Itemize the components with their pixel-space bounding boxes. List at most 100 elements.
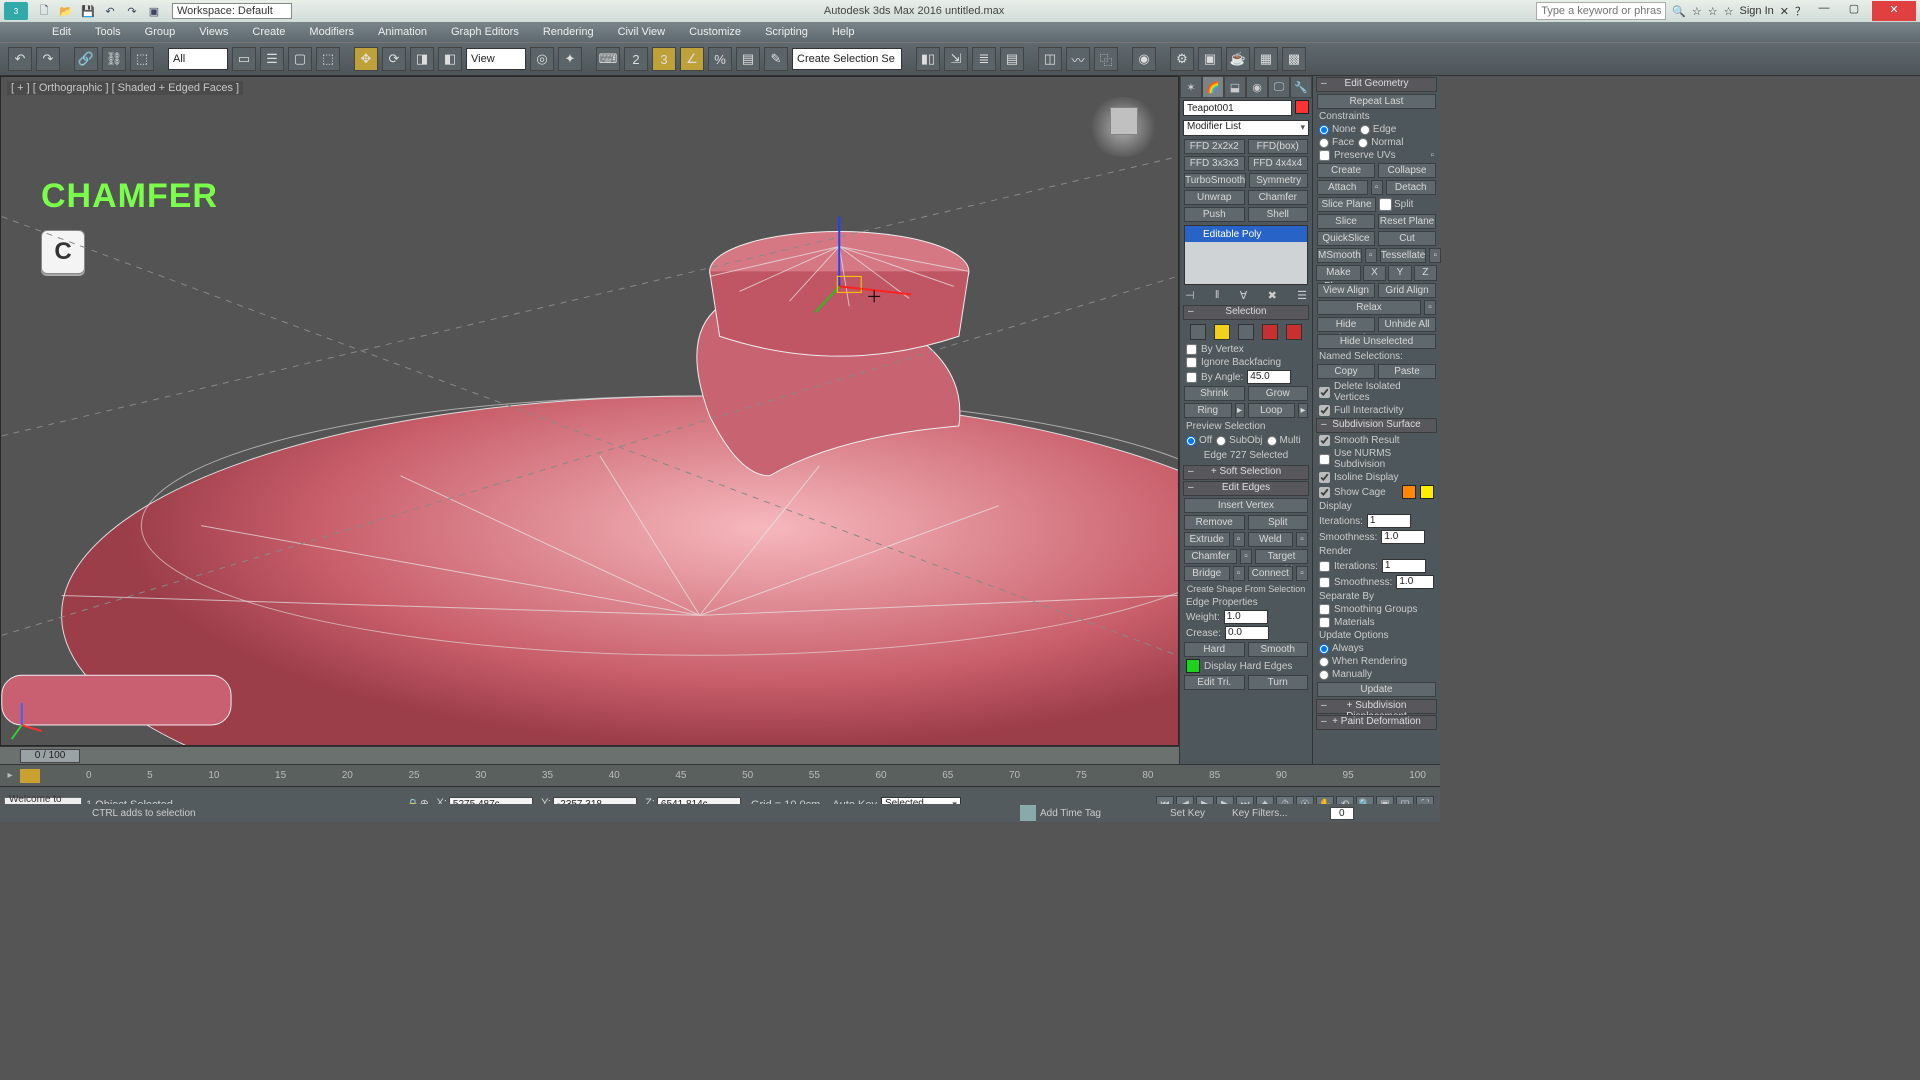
ring-button[interactable]: Ring bbox=[1184, 403, 1232, 418]
menu-civilview[interactable]: Civil View bbox=[606, 23, 677, 41]
tab-motion[interactable]: ◉ bbox=[1246, 76, 1268, 98]
render-smooth-spinner[interactable]: 1.0 bbox=[1396, 575, 1434, 589]
render-button[interactable]: ☕ bbox=[1226, 47, 1250, 71]
rendered-frame-button[interactable]: ▣ bbox=[1198, 47, 1222, 71]
render-setup-button[interactable]: ⚙ bbox=[1170, 47, 1194, 71]
msmooth-button[interactable]: MSmooth bbox=[1317, 248, 1362, 263]
by-angle-checkbox[interactable] bbox=[1186, 372, 1197, 383]
rollout-edit-geometry[interactable]: Edit Geometry bbox=[1316, 77, 1437, 92]
unhide-all-button[interactable]: Unhide All bbox=[1378, 317, 1436, 332]
named-selection-combo[interactable]: Create Selection Se bbox=[792, 48, 902, 70]
move-button[interactable]: ✥ bbox=[354, 47, 378, 71]
slice-plane-button[interactable]: Slice Plane bbox=[1317, 197, 1376, 212]
keyfilters-button[interactable]: Key Filters... bbox=[1232, 808, 1288, 819]
menu-modifiers[interactable]: Modifiers bbox=[297, 23, 366, 41]
copy-ns-button[interactable]: Copy bbox=[1317, 364, 1375, 379]
modifier-list-combo[interactable]: Modifier List bbox=[1183, 120, 1309, 136]
menu-animation[interactable]: Animation bbox=[366, 23, 439, 41]
grid-align-button[interactable]: Grid Align bbox=[1378, 283, 1436, 298]
show-cage-checkbox[interactable] bbox=[1319, 487, 1330, 498]
spinner-snap-button[interactable]: ▤ bbox=[736, 47, 760, 71]
snap-3d-button[interactable]: 3 bbox=[652, 47, 676, 71]
open-icon[interactable]: 📂 bbox=[58, 3, 74, 19]
align-button[interactable]: ⇲ bbox=[944, 47, 968, 71]
schematic-button[interactable]: ⿻ bbox=[1094, 47, 1118, 71]
mirror-button[interactable]: ▮▯ bbox=[916, 47, 940, 71]
manip-button[interactable]: ✦ bbox=[558, 47, 582, 71]
msmooth-settings[interactable]: ▫ bbox=[1365, 248, 1377, 263]
mod-unwrap[interactable]: Unwrap UVW bbox=[1184, 190, 1245, 205]
extrude-settings[interactable]: ▫ bbox=[1233, 532, 1245, 547]
signin-link[interactable]: Sign In bbox=[1740, 5, 1774, 17]
update-button[interactable]: Update bbox=[1317, 682, 1436, 697]
menu-rendering[interactable]: Rendering bbox=[531, 23, 606, 41]
isoline-checkbox[interactable]: Isoline Display bbox=[1313, 471, 1440, 484]
weld-settings[interactable]: ▫ bbox=[1296, 532, 1308, 547]
infocenter-icon[interactable]: 🔍 bbox=[1672, 5, 1686, 18]
show-end-result-icon[interactable]: ǁ bbox=[1215, 289, 1220, 302]
refcoord-combo[interactable]: View bbox=[466, 48, 526, 70]
menu-group[interactable]: Group bbox=[133, 23, 188, 41]
reset-plane-button[interactable]: Reset Plane bbox=[1378, 214, 1436, 229]
maximize-button[interactable]: ▢ bbox=[1842, 2, 1866, 20]
object-color-swatch[interactable] bbox=[1295, 100, 1309, 114]
layers-button[interactable]: ≣ bbox=[972, 47, 996, 71]
target-weld-button[interactable]: Target Weld bbox=[1255, 549, 1308, 564]
relax-settings[interactable]: ▫ bbox=[1424, 300, 1436, 315]
cage-color-1[interactable] bbox=[1402, 485, 1416, 499]
object-name-field[interactable]: Teapot001 bbox=[1183, 100, 1292, 116]
make-unique-icon[interactable]: ∀ bbox=[1240, 289, 1248, 302]
mod-ffdbox[interactable]: FFD(box) bbox=[1248, 139, 1309, 154]
track-bar[interactable]: ▸ 05101520253035404550556065707580859095… bbox=[0, 764, 1440, 786]
planar-y[interactable]: Y bbox=[1388, 265, 1411, 281]
subobj-edge[interactable] bbox=[1214, 324, 1230, 340]
rollout-edit-edges[interactable]: Edit Edges bbox=[1183, 481, 1309, 496]
bind-button[interactable]: ⬚ bbox=[130, 47, 154, 71]
pivot-button[interactable]: ◎ bbox=[530, 47, 554, 71]
ring-spinner[interactable]: ▸ bbox=[1235, 403, 1245, 418]
menu-scripting[interactable]: Scripting bbox=[753, 23, 820, 41]
unlink-button[interactable]: ⛓ bbox=[102, 47, 126, 71]
constraint-face[interactable]: Face bbox=[1319, 137, 1354, 148]
split-checkbox[interactable]: Split bbox=[1379, 197, 1436, 212]
subobj-element[interactable] bbox=[1286, 324, 1302, 340]
by-angle-value[interactable]: 45.0 bbox=[1247, 370, 1291, 384]
ignore-backfacing-checkbox[interactable]: Ignore Backfacing bbox=[1180, 356, 1312, 369]
minimize-button[interactable]: — bbox=[1812, 2, 1836, 20]
time-slider-knob[interactable]: 0 / 100 bbox=[20, 749, 80, 763]
snap-2d-button[interactable]: 2 bbox=[624, 47, 648, 71]
material-editor-button[interactable]: ◉ bbox=[1132, 47, 1156, 71]
smooth-result-checkbox[interactable]: Smooth Result bbox=[1313, 434, 1440, 447]
percent-snap-button[interactable]: % bbox=[708, 47, 732, 71]
subobj-border[interactable] bbox=[1238, 324, 1254, 340]
turn-button[interactable]: Turn bbox=[1248, 675, 1309, 690]
menu-tools[interactable]: Tools bbox=[83, 23, 133, 41]
scale-button[interactable]: ◨ bbox=[410, 47, 434, 71]
undo-button[interactable]: ↶ bbox=[8, 47, 32, 71]
angle-snap-button[interactable]: ∠ bbox=[680, 47, 704, 71]
curve-editor-button[interactable]: 〰 bbox=[1066, 47, 1090, 71]
loop-spinner[interactable]: ▸ bbox=[1298, 403, 1308, 418]
planar-z[interactable]: Z bbox=[1414, 265, 1437, 281]
chamfer-button[interactable]: Chamfer bbox=[1184, 549, 1237, 564]
collapse-button[interactable]: Collapse bbox=[1378, 163, 1436, 178]
mod-symmetry[interactable]: Symmetry bbox=[1249, 173, 1308, 188]
bridge-settings[interactable]: ▫ bbox=[1233, 566, 1245, 581]
connect-settings[interactable]: ▫ bbox=[1296, 566, 1308, 581]
chamfer-settings[interactable]: ▫ bbox=[1240, 549, 1252, 564]
mod-push[interactable]: Push bbox=[1184, 207, 1245, 222]
project-icon[interactable]: ▣ bbox=[146, 3, 162, 19]
star-icon[interactable]: ☆ bbox=[1724, 5, 1734, 18]
create-shape-label[interactable]: Create Shape From Selection bbox=[1180, 582, 1312, 596]
menu-views[interactable]: Views bbox=[187, 23, 240, 41]
help-icon[interactable]: ？ bbox=[1795, 3, 1806, 19]
insert-vertex-button[interactable]: Insert Vertex bbox=[1184, 498, 1308, 513]
mod-ffd333[interactable]: FFD 3x3x3 bbox=[1184, 156, 1245, 171]
sep-materials-checkbox[interactable]: Materials bbox=[1313, 616, 1440, 629]
mod-ffd444[interactable]: FFD 4x4x4 bbox=[1248, 156, 1309, 171]
time-slider[interactable]: 0 / 100 bbox=[0, 746, 1179, 764]
subobj-vertex[interactable] bbox=[1190, 324, 1206, 340]
mod-turbosmooth[interactable]: TurboSmooth bbox=[1184, 173, 1246, 188]
viewport[interactable]: [ + ] [ Orthographic ] [ Shaded + Edged … bbox=[0, 76, 1179, 746]
attach-button[interactable]: Attach bbox=[1317, 180, 1368, 195]
